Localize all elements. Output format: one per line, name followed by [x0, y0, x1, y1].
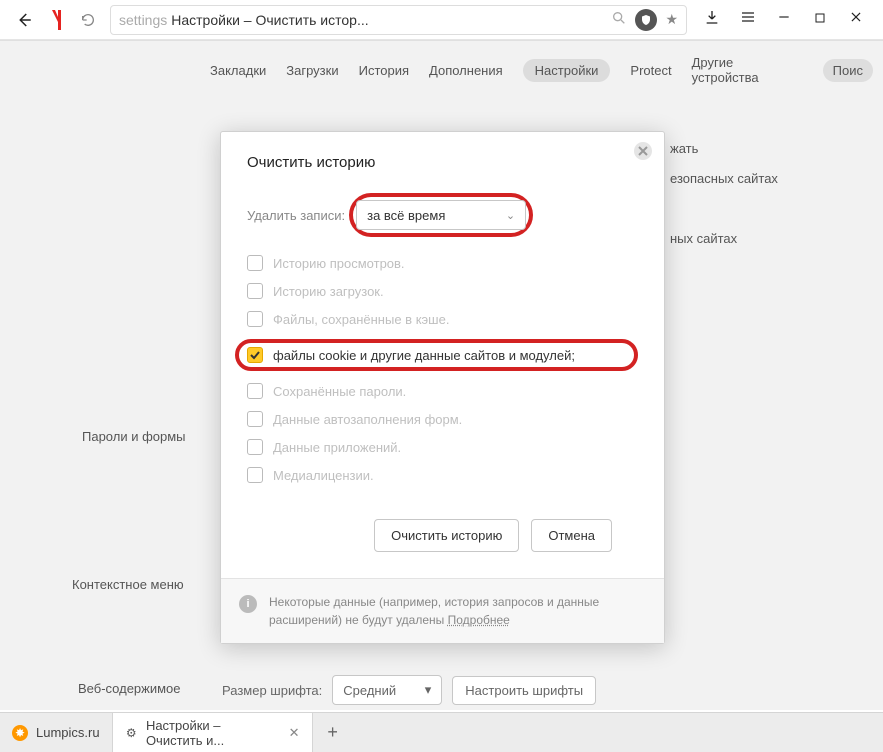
tab-protect[interactable]: Protect — [630, 63, 671, 78]
configure-fonts-button[interactable]: Настроить шрифты — [452, 676, 596, 705]
tab-title: Настройки – Очистить и... — [146, 718, 277, 748]
footer-text: Некоторые данные (например, история запр… — [269, 595, 599, 627]
tab-lumpics[interactable]: ✸ Lumpics.ru — [0, 713, 113, 752]
tab-history[interactable]: История — [359, 63, 409, 78]
period-value: за всё время — [367, 208, 445, 223]
option-autofill[interactable]: Данные автозаполнения форм. — [247, 411, 638, 427]
clear-history-button[interactable]: Очистить историю — [374, 519, 519, 552]
address-bar[interactable]: settings Настройки – Очистить истор... ★ — [110, 5, 687, 35]
protect-shield-icon[interactable] — [635, 9, 657, 31]
tab-devices[interactable]: Другие устройства — [692, 55, 803, 85]
close-window-button[interactable] — [845, 10, 867, 29]
favicon-orange-icon: ✸ — [12, 725, 28, 741]
chevron-down-icon: ▾ — [425, 682, 432, 698]
window-controls — [693, 9, 875, 30]
option-download-history[interactable]: Историю загрузок. — [247, 283, 638, 299]
new-tab-button[interactable]: + — [313, 713, 353, 752]
arrow-left-icon — [15, 11, 33, 29]
info-icon: i — [239, 595, 257, 613]
dialog-footer: i Некоторые данные (например, история за… — [221, 578, 664, 643]
dialog-title: Очистить историю — [247, 154, 638, 171]
clear-history-dialog: Очистить историю Удалить записи: за всё … — [220, 131, 665, 644]
tab-downloads[interactable]: Загрузки — [286, 63, 338, 78]
bg-text-2: езопасных сайтах — [670, 171, 778, 186]
yandex-icon — [48, 10, 64, 30]
section-web-label: Веб-содержимое — [78, 681, 181, 696]
tab-settings-page[interactable]: ⚙ Настройки – Очистить и... ✕ — [113, 713, 313, 752]
option-app-data[interactable]: Данные приложений. — [247, 439, 638, 455]
font-size-label: Размер шрифта: — [222, 683, 322, 698]
font-size-select[interactable]: Средний ▾ — [332, 675, 442, 705]
tab-close-icon[interactable]: ✕ — [289, 725, 300, 741]
highlight-ring: за всё время ⌄ — [349, 193, 533, 237]
option-cache[interactable]: Файлы, сохранённые в кэше. — [247, 311, 638, 327]
address-title: Настройки – Очистить истор... — [171, 12, 368, 28]
close-icon — [638, 146, 648, 156]
option-cookies[interactable]: файлы cookie и другие данные сайтов и мо… — [247, 347, 575, 363]
cancel-button[interactable]: Отмена — [531, 519, 612, 552]
period-row: Удалить записи: за всё время ⌄ — [247, 193, 638, 237]
section-context-label: Контекстное меню — [72, 577, 184, 592]
section-passwords-label: Пароли и формы — [82, 429, 186, 444]
footer-text-container: Некоторые данные (например, история запр… — [269, 593, 646, 629]
dialog-close-button[interactable] — [634, 142, 652, 160]
maximize-button[interactable] — [809, 11, 831, 29]
bookmark-star-icon[interactable]: ★ — [665, 11, 678, 28]
gear-icon: ⚙ — [125, 725, 138, 741]
back-button[interactable] — [8, 6, 40, 34]
search-icon[interactable] — [611, 10, 627, 29]
period-select[interactable]: за всё время ⌄ — [356, 200, 526, 230]
settings-tabs: Закладки Загрузки История Дополнения Нас… — [210, 55, 873, 85]
clear-options-list: Историю просмотров. Историю загрузок. Фа… — [247, 255, 638, 483]
browser-toolbar: settings Настройки – Очистить истор... ★ — [0, 0, 883, 40]
footer-more-link[interactable]: Подробнее — [448, 613, 510, 627]
address-right-icons: ★ — [611, 9, 678, 31]
minimize-button[interactable] — [773, 10, 795, 29]
downloads-icon[interactable] — [701, 9, 723, 30]
address-prefix: settings — [119, 12, 167, 28]
font-size-row: Размер шрифта: Средний ▾ Настроить шрифт… — [222, 675, 596, 705]
option-passwords[interactable]: Сохранённые пароли. — [247, 383, 638, 399]
yandex-logo[interactable] — [40, 6, 72, 34]
dialog-buttons: Очистить историю Отмена — [247, 493, 638, 578]
bg-text-3: ных сайтах — [670, 231, 737, 246]
period-label: Удалить записи: — [247, 208, 345, 223]
chevron-down-icon: ⌄ — [506, 209, 515, 222]
tab-bookmarks[interactable]: Закладки — [210, 63, 266, 78]
reload-button[interactable] — [72, 6, 104, 34]
main-area: Закладки Загрузки История Дополнения Нас… — [0, 40, 883, 710]
tab-addons[interactable]: Дополнения — [429, 63, 503, 78]
tab-title: Lumpics.ru — [36, 725, 100, 740]
tab-settings[interactable]: Настройки — [523, 59, 611, 82]
option-browsing-history[interactable]: Историю просмотров. — [247, 255, 638, 271]
reload-icon — [80, 12, 96, 28]
browser-tab-bar: ✸ Lumpics.ru ⚙ Настройки – Очистить и...… — [0, 712, 883, 752]
option-media-licenses[interactable]: Медиалицензии. — [247, 467, 638, 483]
bg-text-1: жать — [670, 141, 698, 156]
menu-icon[interactable] — [737, 9, 759, 30]
highlight-ring-cookies: файлы cookie и другие данные сайтов и мо… — [235, 339, 638, 371]
settings-search[interactable]: Поис — [823, 59, 873, 82]
